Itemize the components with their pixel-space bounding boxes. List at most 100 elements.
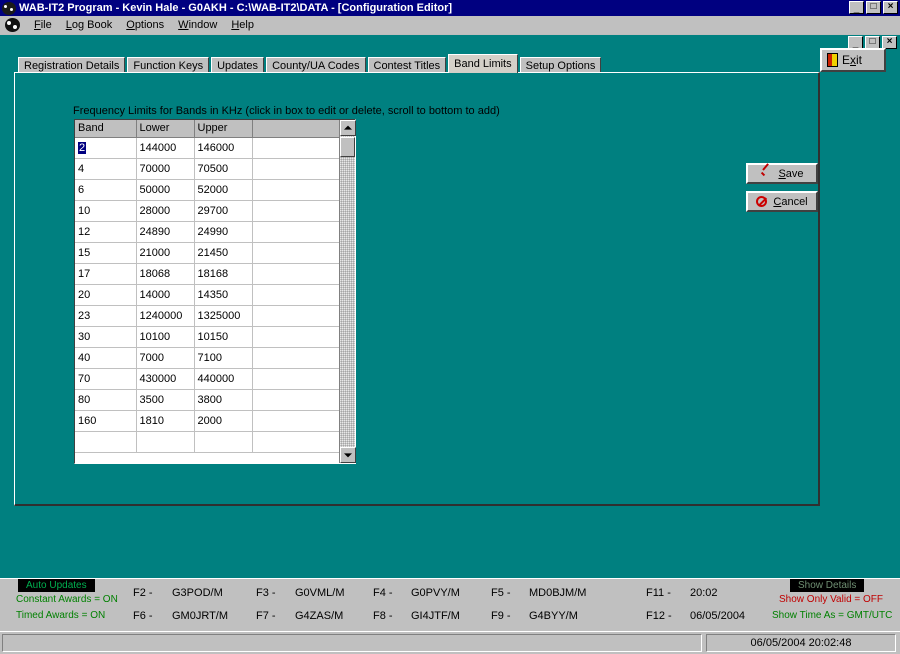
cell-lower[interactable]: 7000 bbox=[136, 347, 194, 368]
scroll-up-button[interactable] bbox=[340, 120, 356, 136]
cell-lower[interactable]: 14000 bbox=[136, 284, 194, 305]
cell-band[interactable]: 4 bbox=[75, 158, 136, 179]
table-row[interactable]: 301010010150 bbox=[75, 326, 339, 347]
cell-band[interactable]: 40 bbox=[75, 347, 136, 368]
tab-function-keys[interactable]: Function Keys bbox=[127, 57, 209, 73]
cell-lower[interactable]: 24890 bbox=[136, 221, 194, 242]
menu-item-log-book[interactable]: Log Book bbox=[59, 18, 120, 32]
cell-band[interactable]: 10 bbox=[75, 200, 136, 221]
cell-blank bbox=[252, 305, 339, 326]
tab-setup-options[interactable]: Setup Options bbox=[520, 57, 602, 73]
minimize-button[interactable]: _ bbox=[849, 1, 864, 14]
cell-upper[interactable]: 29700 bbox=[194, 200, 252, 221]
tab-updates[interactable]: Updates bbox=[211, 57, 264, 73]
cell-band[interactable]: 80 bbox=[75, 389, 136, 410]
cell-lower[interactable]: 21000 bbox=[136, 242, 194, 263]
table-row[interactable]: 171806818168 bbox=[75, 263, 339, 284]
cell-upper[interactable]: 14350 bbox=[194, 284, 252, 305]
menu-item-file[interactable]: FFileile bbox=[27, 18, 59, 32]
cell-upper[interactable]: 3800 bbox=[194, 389, 252, 410]
cell-upper[interactable]: 7100 bbox=[194, 347, 252, 368]
cell-lower[interactable]: 430000 bbox=[136, 368, 194, 389]
table-row[interactable]: 65000052000 bbox=[75, 179, 339, 200]
table-row[interactable]: 16018102000 bbox=[75, 410, 339, 431]
scrollbar-thumb[interactable] bbox=[340, 137, 355, 157]
band-limits-grid[interactable]: Band Lower Upper 21440001460004700007050… bbox=[74, 119, 356, 464]
table-row[interactable]: 47000070500 bbox=[75, 158, 339, 179]
cell-upper[interactable]: 2000 bbox=[194, 410, 252, 431]
tab-contest-titles[interactable]: Contest Titles bbox=[368, 57, 447, 73]
fkey-f2-value: G3POD/M bbox=[172, 587, 223, 599]
cell-band[interactable]: 23 bbox=[75, 305, 136, 326]
tab-band-limits[interactable]: Band Limits bbox=[448, 54, 517, 73]
cell-lower[interactable]: 70000 bbox=[136, 158, 194, 179]
exit-button[interactable]: Exit bbox=[820, 48, 886, 72]
cell-upper[interactable]: 18168 bbox=[194, 263, 252, 284]
column-header-lower[interactable]: Lower bbox=[136, 120, 194, 137]
table-row[interactable]: 122489024990 bbox=[75, 221, 339, 242]
tab-county-ua-codes[interactable]: County/UA Codes bbox=[266, 57, 365, 73]
cell-band[interactable]: 160 bbox=[75, 410, 136, 431]
scrollbar-track[interactable] bbox=[340, 136, 355, 447]
cancel-button-label: Cancel bbox=[773, 196, 807, 208]
cell-upper[interactable]: 70500 bbox=[194, 158, 252, 179]
application-window: WAB-IT2 Program - Kevin Hale - G0AKH - C… bbox=[0, 0, 900, 654]
cell-band[interactable]: 15 bbox=[75, 242, 136, 263]
column-header-upper[interactable]: Upper bbox=[194, 120, 252, 137]
cell-lower[interactable]: 28000 bbox=[136, 200, 194, 221]
table-row[interactable]: 102800029700 bbox=[75, 200, 339, 221]
table-row[interactable]: 201400014350 bbox=[75, 284, 339, 305]
cell-band[interactable]: 70 bbox=[75, 368, 136, 389]
cell-upper[interactable]: 440000 bbox=[194, 368, 252, 389]
cell-band[interactable]: 6 bbox=[75, 179, 136, 200]
document-globe-icon[interactable] bbox=[5, 18, 20, 32]
cell-lower[interactable]: 1810 bbox=[136, 410, 194, 431]
cell-upper[interactable]: 1325000 bbox=[194, 305, 252, 326]
table-row[interactable]: 152100021450 bbox=[75, 242, 339, 263]
fkey-f5-value: MD0BJM/M bbox=[529, 587, 586, 599]
cell-upper[interactable]: 10150 bbox=[194, 326, 252, 347]
table-row[interactable] bbox=[75, 431, 339, 452]
close-button[interactable]: × bbox=[883, 1, 898, 14]
cell-band[interactable]: 30 bbox=[75, 326, 136, 347]
cell-band[interactable] bbox=[75, 431, 136, 452]
cell-upper[interactable] bbox=[194, 431, 252, 452]
cell-band[interactable]: 17 bbox=[75, 263, 136, 284]
cell-lower[interactable]: 1240000 bbox=[136, 305, 194, 326]
cell-lower[interactable]: 18068 bbox=[136, 263, 194, 284]
cell-upper[interactable]: 21450 bbox=[194, 242, 252, 263]
cell-lower[interactable] bbox=[136, 431, 194, 452]
table-row[interactable]: 70430000440000 bbox=[75, 368, 339, 389]
fkey-f12-value: 06/05/2004 bbox=[690, 610, 745, 622]
cell-lower[interactable]: 50000 bbox=[136, 179, 194, 200]
grid-vertical-scrollbar[interactable] bbox=[339, 120, 355, 463]
menu-item-window[interactable]: Window bbox=[171, 18, 224, 32]
save-button[interactable]: Save bbox=[746, 163, 818, 184]
exit-button-label: Exit bbox=[842, 53, 862, 67]
cell-band[interactable]: 12 bbox=[75, 221, 136, 242]
column-header-band[interactable]: Band bbox=[75, 120, 136, 137]
cell-blank bbox=[252, 221, 339, 242]
tab-registration-details[interactable]: Registration Details bbox=[18, 57, 125, 73]
scroll-down-button[interactable] bbox=[340, 447, 356, 463]
cell-upper[interactable]: 52000 bbox=[194, 179, 252, 200]
cell-blank bbox=[252, 284, 339, 305]
cell-band[interactable]: 2 bbox=[75, 137, 136, 158]
cell-upper[interactable]: 24990 bbox=[194, 221, 252, 242]
window-controls[interactable]: _ □ × bbox=[849, 1, 898, 14]
cell-lower[interactable]: 144000 bbox=[136, 137, 194, 158]
maximize-button[interactable]: □ bbox=[866, 1, 881, 14]
cancel-button[interactable]: Cancel bbox=[746, 191, 818, 212]
cell-lower[interactable]: 10100 bbox=[136, 326, 194, 347]
table-row[interactable]: 8035003800 bbox=[75, 389, 339, 410]
menu-item-help[interactable]: Help bbox=[224, 18, 261, 32]
table-row[interactable]: 2144000146000 bbox=[75, 137, 339, 158]
cell-blank bbox=[252, 200, 339, 221]
menu-item-options[interactable]: Options bbox=[119, 18, 171, 32]
cell-lower[interactable]: 3500 bbox=[136, 389, 194, 410]
cell-band[interactable]: 20 bbox=[75, 284, 136, 305]
table-row[interactable]: 4070007100 bbox=[75, 347, 339, 368]
table-row[interactable]: 2312400001325000 bbox=[75, 305, 339, 326]
cell-upper[interactable]: 146000 bbox=[194, 137, 252, 158]
fkey-f3-label: F3 - bbox=[256, 587, 276, 599]
